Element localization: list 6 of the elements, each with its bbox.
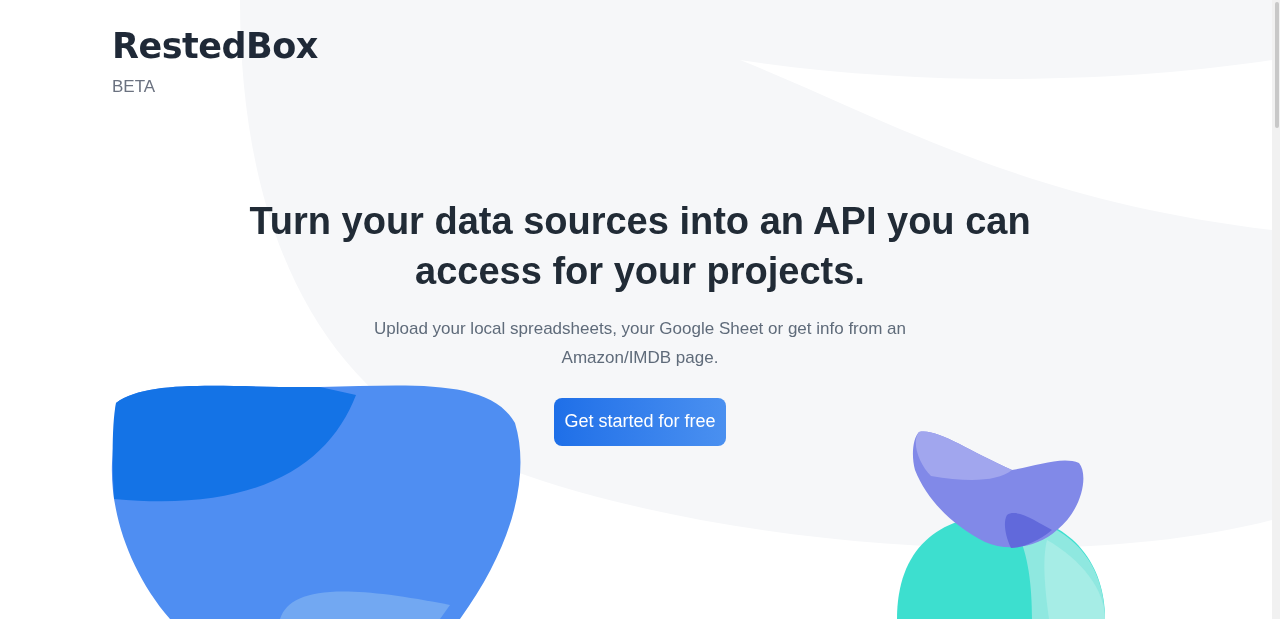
brand-logo[interactable]: RestedBox (112, 24, 1280, 68)
get-started-button[interactable]: Get started for free (554, 397, 726, 446)
hero-subtitle: Upload your local spreadsheets, your Google Sheet or get info from an Amazon/IMDB page. (373, 317, 907, 369)
hero-headline: Turn your data sources into an API you can access for your projects. (248, 198, 1032, 294)
beta-label: BETA (112, 76, 157, 98)
scrollbar[interactable] (1272, 0, 1280, 619)
